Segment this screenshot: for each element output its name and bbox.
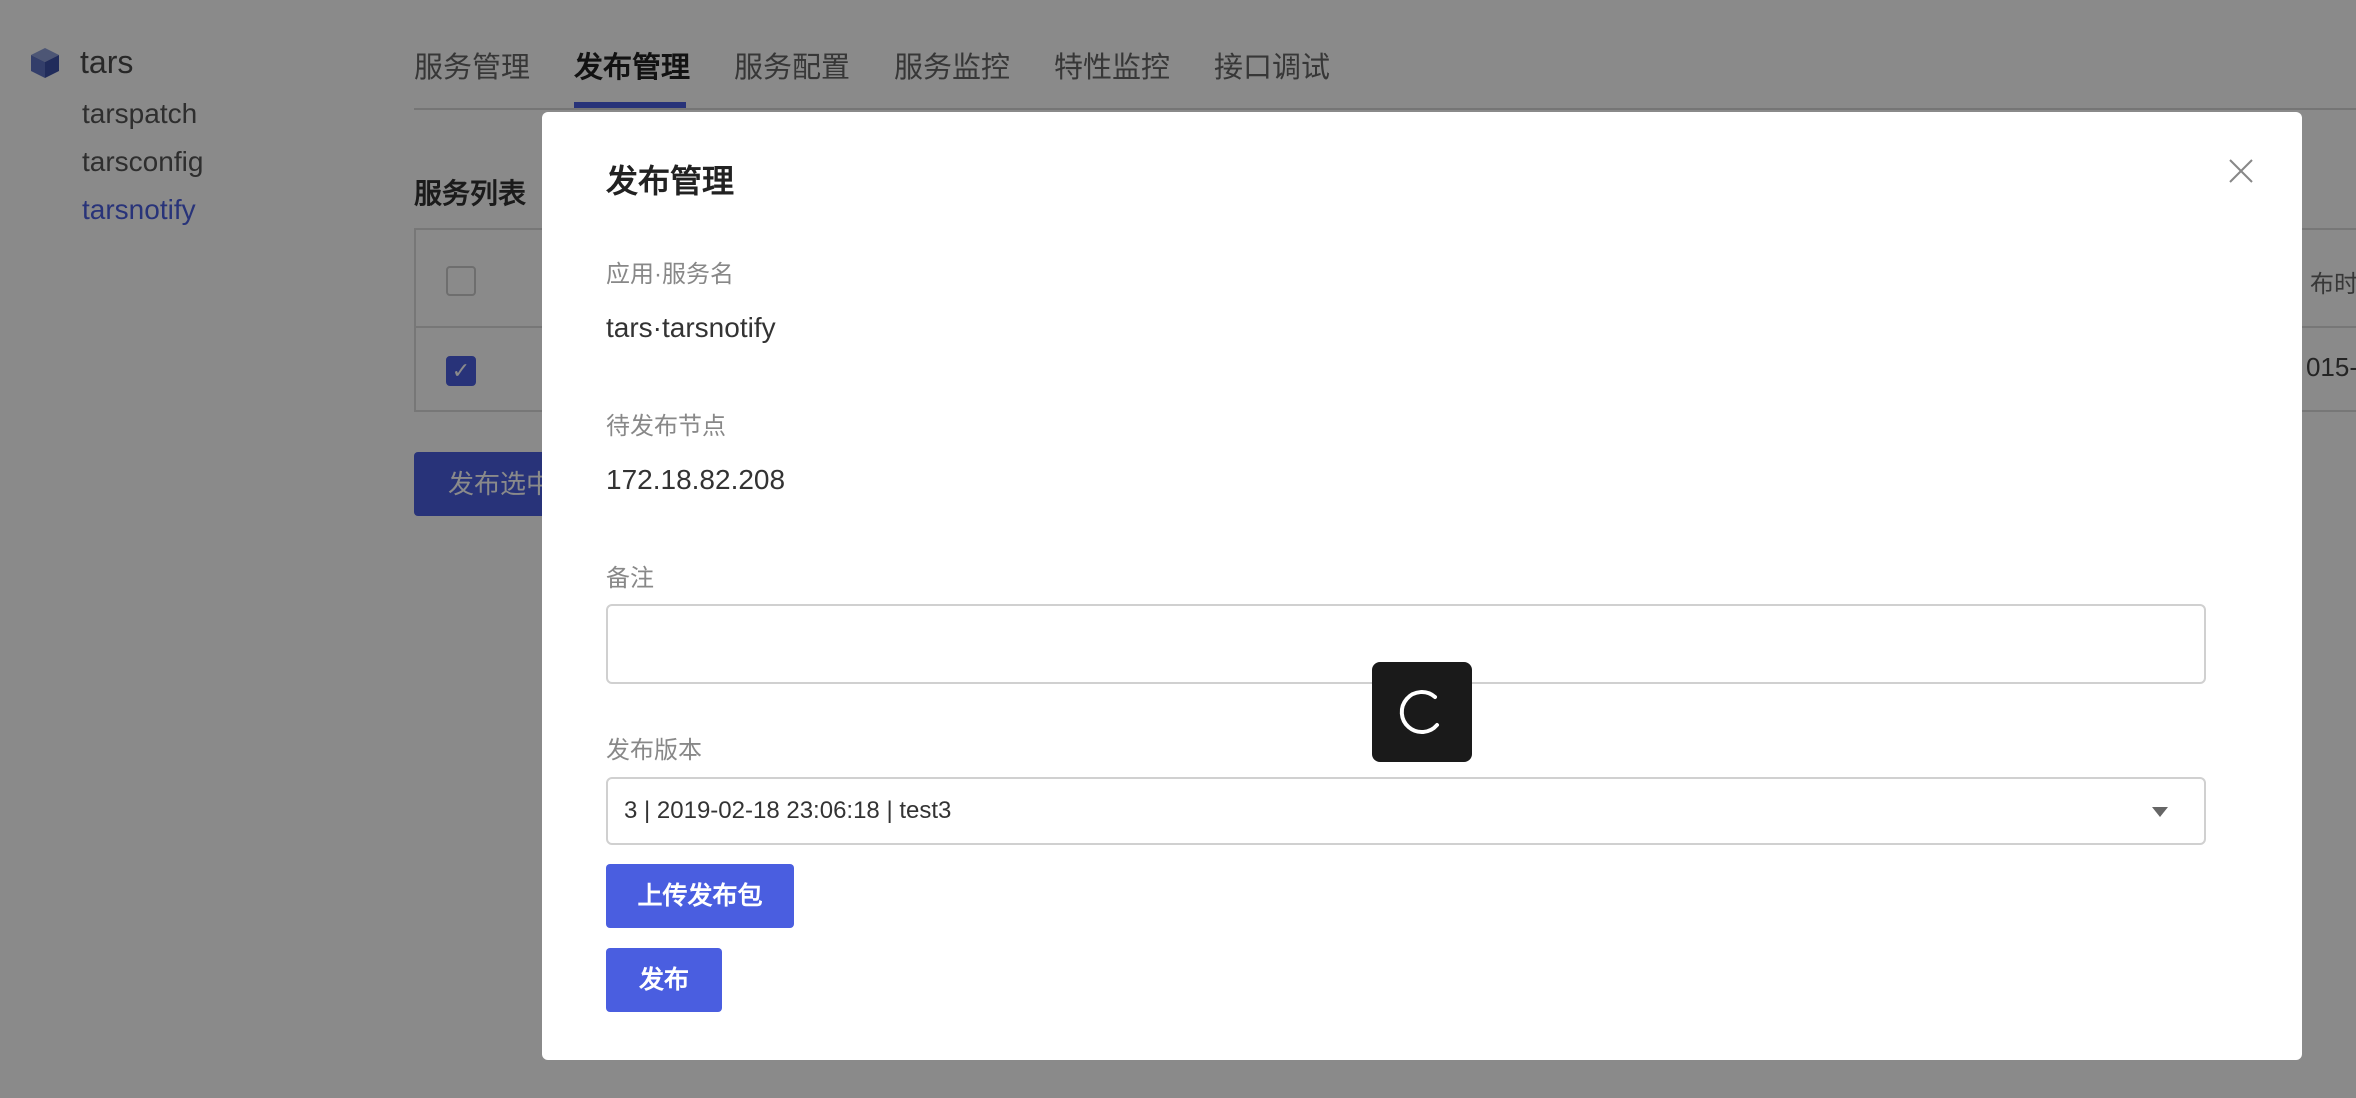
upload-package-button[interactable]: 上传发布包	[606, 864, 794, 928]
nodes-label: 待发布节点	[606, 413, 726, 440]
close-icon[interactable]	[2226, 156, 2256, 186]
loading-spinner	[1372, 662, 1472, 762]
nodes-value: 172.18.82.208	[606, 464, 786, 495]
modal-title: 发布管理	[606, 163, 735, 199]
app-service-label: 应用·服务名	[606, 261, 734, 288]
publish-button[interactable]: 发布	[606, 948, 722, 1012]
publish-modal: 发布管理 应用·服务名 tars·tarsnotify 待发布节点 172.18…	[542, 112, 2302, 1060]
remark-label: 备注	[606, 565, 654, 592]
version-select-value: 3 | 2019-02-18 23:06:18 | test3	[624, 797, 952, 824]
chevron-down-icon	[2152, 807, 2168, 817]
app-service-value: tars·tarsnotify	[606, 312, 776, 343]
version-select[interactable]: 3 | 2019-02-18 23:06:18 | test3	[606, 777, 2206, 845]
version-label: 发布版本	[606, 737, 702, 764]
page: tars tarspatch tarsconfig tarsnotify 服务管…	[0, 0, 2356, 1098]
spinner-icon	[1399, 690, 1439, 734]
